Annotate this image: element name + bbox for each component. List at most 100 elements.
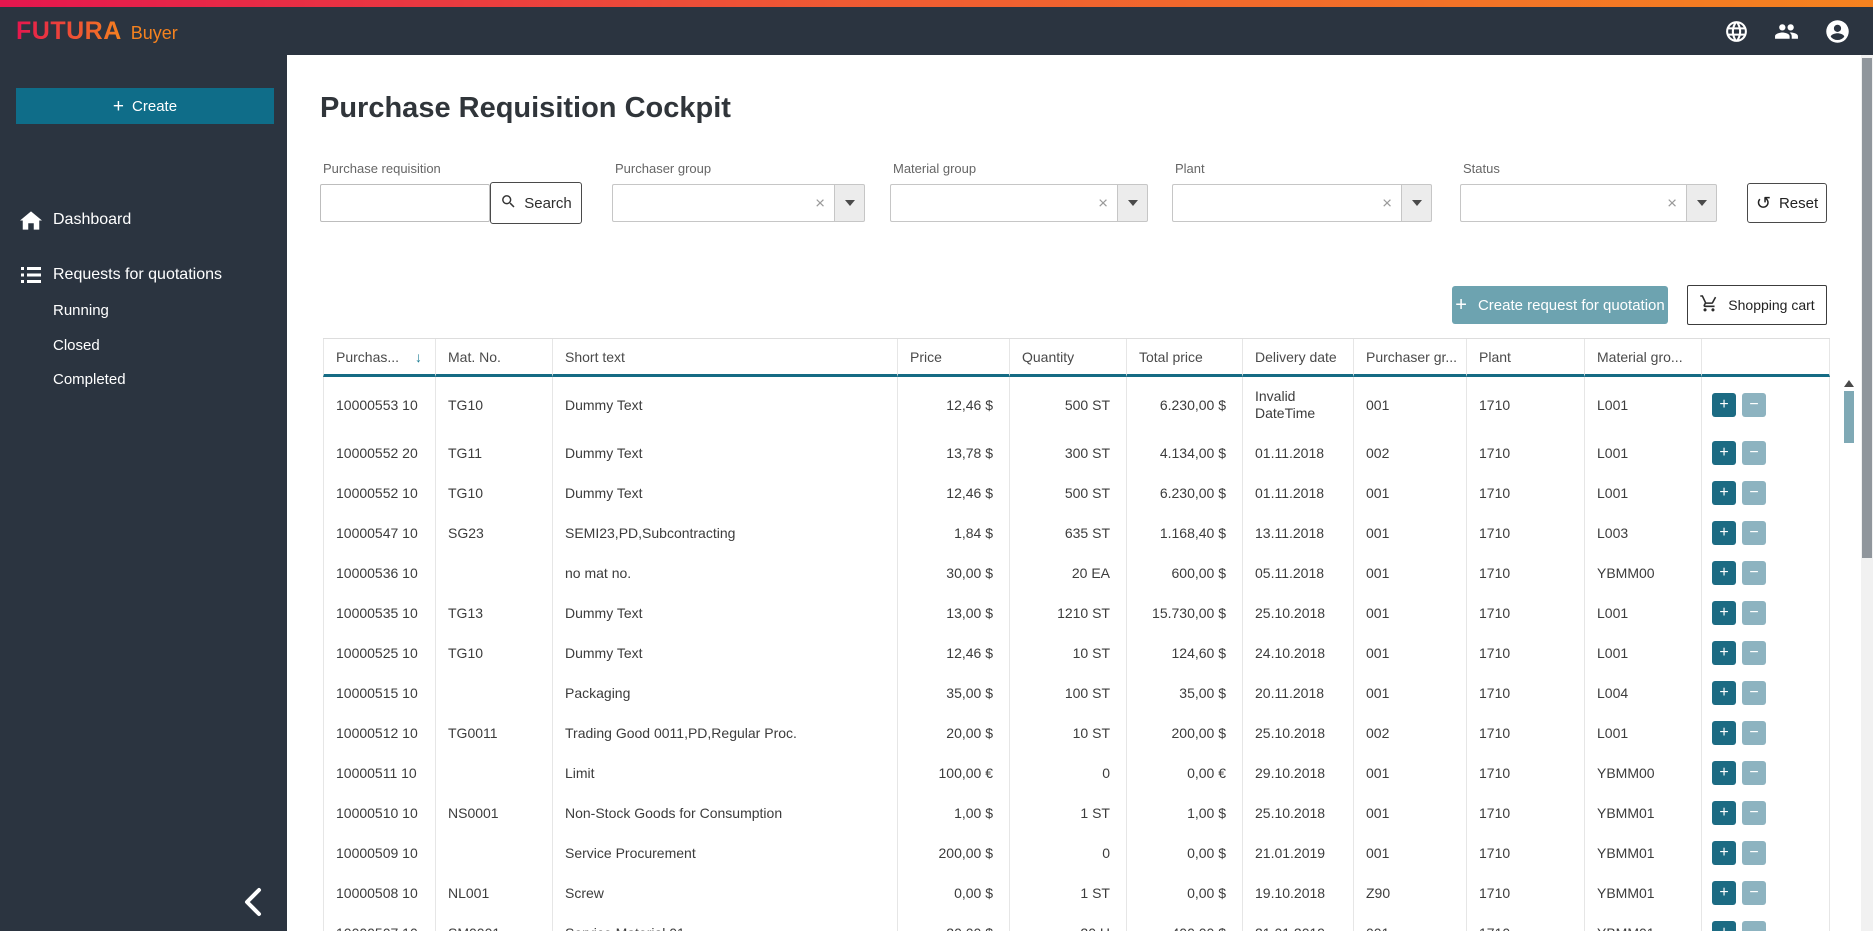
cell-mat-no	[436, 553, 553, 593]
purchase-requisition-input[interactable]	[320, 184, 490, 222]
cell-actions: +−	[1702, 913, 1830, 931]
remove-from-cart-button[interactable]: −	[1742, 601, 1766, 625]
globe-icon[interactable]	[1724, 19, 1749, 44]
remove-from-cart-button[interactable]: −	[1742, 761, 1766, 785]
search-button[interactable]: Search	[490, 182, 582, 224]
table-scrollbar-thumb[interactable]	[1844, 391, 1854, 443]
reset-button[interactable]: ↺ Reset	[1747, 183, 1827, 223]
sidebar-collapse-button[interactable]	[238, 884, 268, 922]
add-to-cart-button[interactable]: +	[1712, 441, 1736, 465]
remove-from-cart-button[interactable]: −	[1742, 841, 1766, 865]
sidebar: + Create Dashboard Requests for quotatio…	[0, 55, 287, 931]
dropdown-arrow-button[interactable]	[1686, 184, 1717, 222]
add-to-cart-button[interactable]: +	[1712, 481, 1736, 505]
dropdown-arrow-button[interactable]	[1117, 184, 1148, 222]
cell-purchaser-group: 001	[1354, 633, 1467, 673]
page-scrollbar[interactable]	[1861, 55, 1873, 931]
add-to-cart-button[interactable]: +	[1712, 841, 1736, 865]
add-to-cart-button[interactable]: +	[1712, 601, 1736, 625]
column-header-purchase[interactable]: Purchas... ↓	[323, 339, 436, 377]
add-to-cart-button[interactable]: +	[1712, 641, 1736, 665]
add-to-cart-button[interactable]: +	[1712, 521, 1736, 545]
create-rfq-button[interactable]: + Create request for quotation	[1452, 286, 1668, 324]
column-header-label: Plant	[1479, 348, 1511, 365]
chevron-down-icon	[1411, 200, 1422, 206]
add-to-cart-button[interactable]: +	[1712, 681, 1736, 705]
dropdown-arrow-button[interactable]	[834, 184, 865, 222]
add-to-cart-button[interactable]: +	[1712, 881, 1736, 905]
cell-purchase: 10000535 10	[323, 593, 436, 633]
sidebar-item-completed[interactable]: Completed	[0, 364, 287, 394]
status-combobox[interactable]: ×	[1460, 184, 1717, 222]
column-header-quantity[interactable]: Quantity	[1010, 339, 1127, 377]
page-scrollbar-thumb[interactable]	[1862, 58, 1872, 558]
sidebar-item-requests-for-quotations[interactable]: Requests for quotations	[0, 260, 287, 290]
column-header-total-price[interactable]: Total price	[1127, 339, 1243, 377]
remove-from-cart-button[interactable]: −	[1742, 681, 1766, 705]
column-header-purchaser-group[interactable]: Purchaser gr...	[1354, 339, 1467, 377]
remove-from-cart-button[interactable]: −	[1742, 521, 1766, 545]
top-gradient-strip	[0, 0, 1873, 7]
purchaser-group-combobox[interactable]: ×	[612, 184, 865, 222]
add-to-cart-button[interactable]: +	[1712, 721, 1736, 745]
sidebar-item-dashboard[interactable]: Dashboard	[0, 205, 287, 235]
column-header-label: Quantity	[1022, 348, 1075, 365]
column-header-label: Purchaser gr...	[1366, 348, 1458, 365]
remove-from-cart-button[interactable]: −	[1742, 561, 1766, 585]
table-scrollbar[interactable]	[1843, 377, 1855, 931]
clear-icon[interactable]: ×	[1098, 195, 1108, 212]
cell-delivery-date: 05.11.2018	[1243, 553, 1354, 593]
clear-icon[interactable]: ×	[1382, 195, 1392, 212]
column-header-mat-no[interactable]: Mat. No.	[436, 339, 553, 377]
plant-input[interactable]: ×	[1172, 184, 1401, 222]
plant-combobox[interactable]: ×	[1172, 184, 1432, 222]
cell-quantity: 20 H	[1010, 913, 1127, 931]
cell-short-text: Service Material 01	[553, 913, 898, 931]
column-header-price[interactable]: Price	[898, 339, 1010, 377]
cell-purchaser-group: 002	[1354, 433, 1467, 473]
add-to-cart-button[interactable]: +	[1712, 921, 1736, 931]
scroll-up-icon[interactable]	[1844, 380, 1854, 387]
add-to-cart-button[interactable]: +	[1712, 561, 1736, 585]
group-icon[interactable]	[1773, 19, 1800, 44]
clear-icon[interactable]: ×	[1667, 195, 1677, 212]
status-input[interactable]: ×	[1460, 184, 1686, 222]
cell-quantity: 1210 ST	[1010, 593, 1127, 633]
material-group-input[interactable]: ×	[890, 184, 1117, 222]
add-to-cart-button[interactable]: +	[1712, 761, 1736, 785]
cell-total-price: 4.134,00 $	[1127, 433, 1243, 473]
dropdown-arrow-button[interactable]	[1401, 184, 1432, 222]
add-to-cart-button[interactable]: +	[1712, 801, 1736, 825]
column-header-label: Total price	[1139, 348, 1203, 365]
remove-from-cart-button[interactable]: −	[1742, 801, 1766, 825]
remove-from-cart-button[interactable]: −	[1742, 921, 1766, 931]
remove-from-cart-button[interactable]: −	[1742, 641, 1766, 665]
add-to-cart-button[interactable]: +	[1712, 393, 1736, 417]
shopping-cart-button[interactable]: Shopping cart	[1687, 285, 1827, 325]
remove-from-cart-button[interactable]: −	[1742, 881, 1766, 905]
remove-from-cart-button[interactable]: −	[1742, 481, 1766, 505]
material-group-combobox[interactable]: ×	[890, 184, 1148, 222]
account-icon[interactable]	[1824, 18, 1851, 45]
create-button[interactable]: + Create	[16, 88, 274, 124]
cell-actions: +−	[1702, 377, 1830, 433]
cell-purchaser-group: 001	[1354, 553, 1467, 593]
column-header-material-group[interactable]: Material gro...	[1585, 339, 1702, 377]
purchaser-group-input[interactable]: ×	[612, 184, 834, 222]
remove-from-cart-button[interactable]: −	[1742, 393, 1766, 417]
sidebar-item-running[interactable]: Running	[0, 295, 287, 325]
cell-total-price: 6.230,00 $	[1127, 377, 1243, 433]
cell-purchase: 10000525 10	[323, 633, 436, 673]
cell-short-text: no mat no.	[553, 553, 898, 593]
remove-from-cart-button[interactable]: −	[1742, 441, 1766, 465]
sidebar-subitem-label: Running	[53, 301, 109, 319]
remove-from-cart-button[interactable]: −	[1742, 721, 1766, 745]
cell-plant: 1710	[1467, 673, 1585, 713]
cell-purchase: 10000552 20	[323, 433, 436, 473]
column-header-plant[interactable]: Plant	[1467, 339, 1585, 377]
clear-icon[interactable]: ×	[815, 195, 825, 212]
column-header-delivery-date[interactable]: Delivery date	[1243, 339, 1354, 377]
column-header-short-text[interactable]: Short text	[553, 339, 898, 377]
sidebar-item-closed[interactable]: Closed	[0, 330, 287, 360]
cell-total-price: 400,00 $	[1127, 913, 1243, 931]
